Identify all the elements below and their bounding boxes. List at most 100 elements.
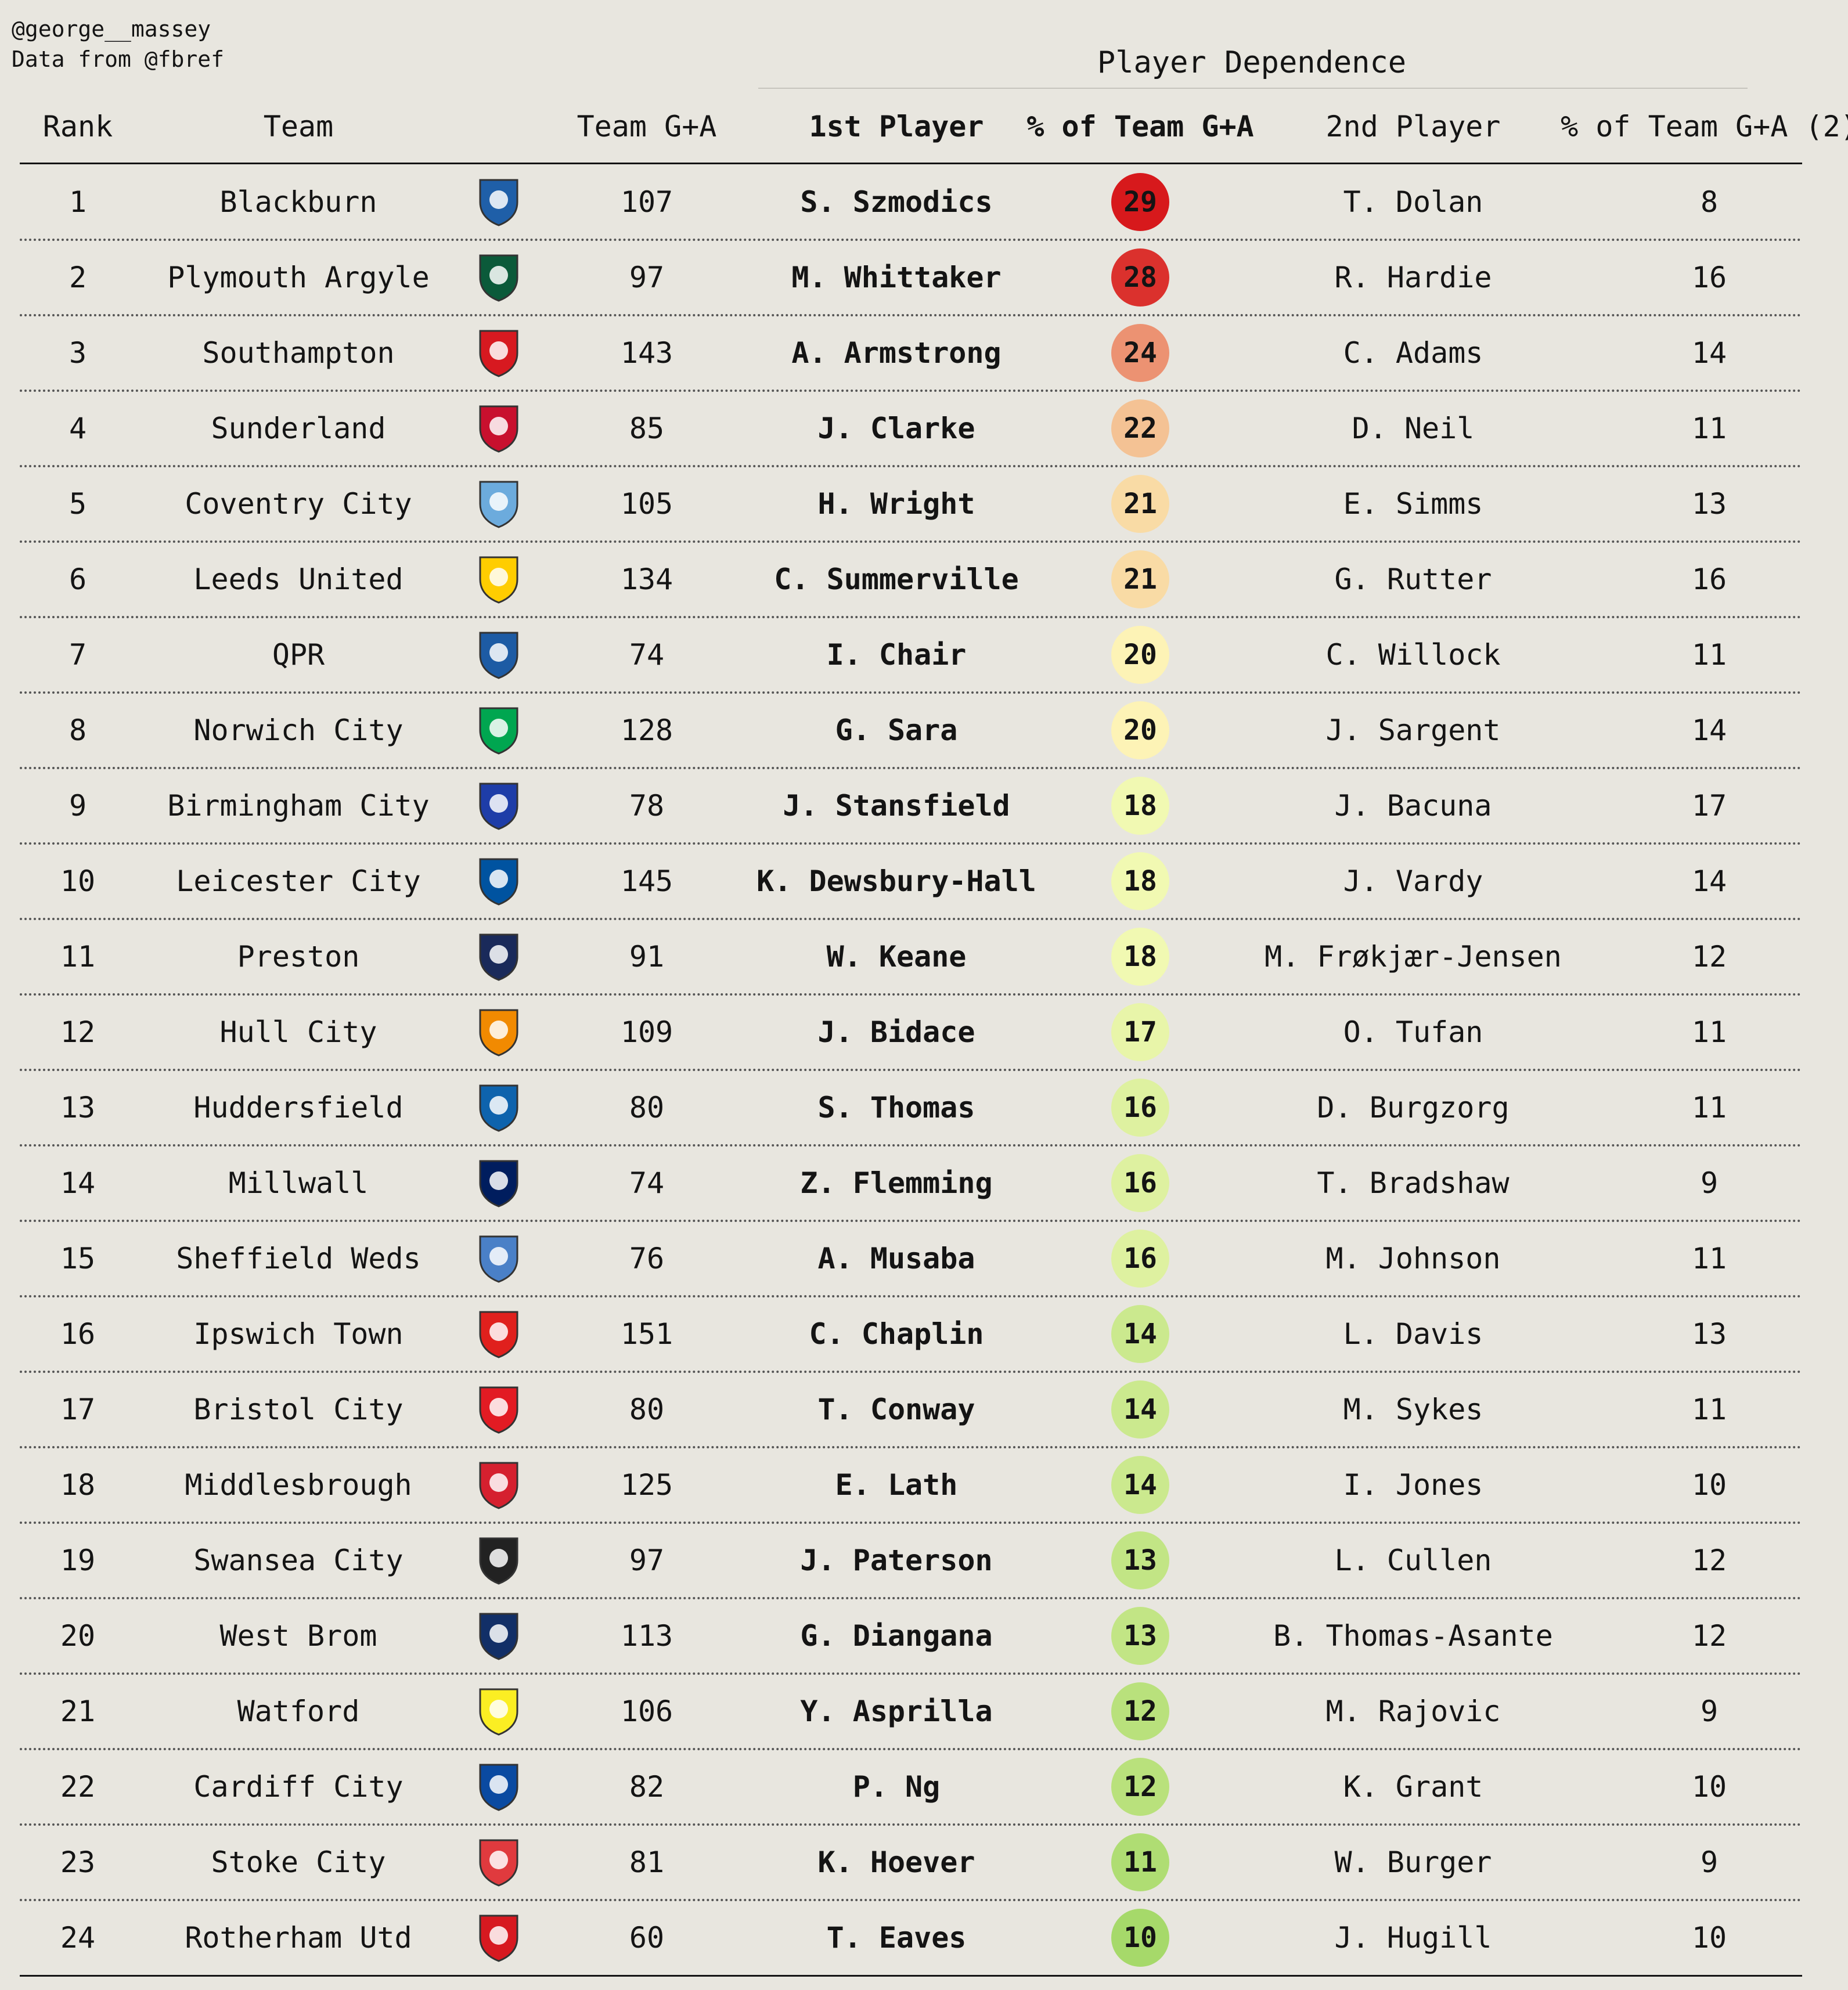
team-name: Cardiff City — [193, 1770, 404, 1804]
crest-cell — [467, 920, 531, 993]
crest-cell — [467, 1750, 531, 1823]
table-row: 13 Huddersfield 80 S. Thomas 16 D. Burgzorg 11 — [20, 1071, 1802, 1147]
crest-cell — [467, 1826, 531, 1899]
team-name: Swansea City — [193, 1544, 404, 1577]
pct-circle: 18 — [1111, 777, 1169, 835]
team-name: West Brom — [219, 1619, 377, 1653]
table-row: 4 Sunderland 85 J. Clarke 22 D. Neil 11 — [20, 392, 1802, 467]
rank-cell: 18 — [60, 1468, 96, 1502]
pct-cell: 13 — [1053, 1524, 1227, 1597]
first-player-name: I. Chair — [826, 638, 967, 672]
qpr-crest-icon — [479, 632, 518, 679]
second-player-pct: 10 — [1691, 1770, 1727, 1804]
second-player-pct: 17 — [1691, 789, 1727, 823]
pct-cell: 12 — [1053, 1750, 1227, 1823]
crest-cell — [467, 165, 531, 239]
pct-cell: 14 — [1053, 1373, 1227, 1446]
pct-circle: 13 — [1111, 1607, 1169, 1665]
crest-cell — [467, 1524, 531, 1597]
sunderland-crest-icon — [479, 405, 518, 453]
table-row: 10 Leicester City 145 K. Dewsbury-Hall 18 J. … — [20, 845, 1802, 920]
rank-cell: 15 — [60, 1242, 96, 1275]
pct-circle: 21 — [1111, 550, 1169, 608]
team-name: Preston — [237, 940, 360, 974]
first-player-name: J. Paterson — [800, 1544, 993, 1577]
pct-circle: 12 — [1111, 1758, 1169, 1816]
rank-cell: 5 — [69, 487, 87, 521]
pct-cell: 21 — [1053, 467, 1227, 540]
swansea-crest-icon — [479, 1537, 518, 1585]
team-name: Huddersfield — [193, 1091, 404, 1124]
pct-cell: 18 — [1053, 769, 1227, 842]
team-name: Hull City — [219, 1015, 377, 1049]
pct-circle: 16 — [1111, 1154, 1169, 1212]
second-player-pct: 11 — [1691, 1242, 1727, 1275]
second-player-pct: 11 — [1691, 1091, 1727, 1124]
second-player-pct: 13 — [1691, 1317, 1727, 1351]
first-player-name: J. Stansfield — [783, 789, 1010, 823]
pct-cell: 20 — [1053, 694, 1227, 767]
table-row: 24 Rotherham Utd 60 T. Eaves 10 J. Hugill 10 — [20, 1901, 1802, 1977]
rank-cell: 11 — [60, 940, 96, 974]
bristol-city-crest-icon — [479, 1386, 518, 1434]
bottom-rule — [20, 1975, 1802, 1977]
west-brom-crest-icon — [479, 1613, 518, 1660]
rotherham-crest-icon — [479, 1915, 518, 1962]
leicester-crest-icon — [479, 858, 518, 906]
rank-cell: 23 — [60, 1845, 96, 1879]
team-name: Stoke City — [211, 1845, 386, 1879]
second-player-pct: 10 — [1691, 1921, 1727, 1955]
crest-cell — [467, 1373, 531, 1446]
second-player-pct: 12 — [1691, 1544, 1727, 1577]
table-row: 2 Plymouth Argyle 97 M. Whittaker 28 R. Hardi… — [20, 241, 1802, 316]
team-name: Sunderland — [211, 412, 386, 445]
pct-circle: 14 — [1111, 1305, 1169, 1363]
first-player-name: E. Lath — [835, 1468, 958, 1502]
table-row: 16 Ipswich Town 151 C. Chaplin 14 L. Davis 13 — [20, 1297, 1802, 1373]
pct-circle: 14 — [1111, 1380, 1169, 1439]
crest-cell — [467, 1147, 531, 1220]
southampton-crest-icon — [479, 330, 518, 377]
pct-cell: 14 — [1053, 1297, 1227, 1371]
crest-cell — [467, 1297, 531, 1371]
header-rank: Rank — [42, 110, 113, 143]
table-row: 1 Blackburn 107 S. Szmodics 29 T. Dolan 8 — [20, 165, 1802, 241]
norwich-crest-icon — [479, 707, 518, 755]
table-row: 19 Swansea City 97 J. Paterson 13 L. Cullen 12 — [20, 1524, 1802, 1599]
crest-cell — [467, 543, 531, 616]
header-pct-team-ga-2: % of Team G+A (2) — [1561, 110, 1848, 143]
team-name: Coventry City — [185, 487, 412, 521]
rank-cell: 4 — [69, 412, 87, 445]
rank-cell: 2 — [69, 261, 87, 294]
millwall-crest-icon — [479, 1160, 518, 1207]
pct-circle: 14 — [1111, 1456, 1169, 1514]
second-player-pct: 9 — [1700, 1166, 1719, 1200]
first-player-name: J. Bidace — [817, 1015, 975, 1049]
second-player-pct: 12 — [1691, 940, 1727, 974]
first-player-name: W. Keane — [826, 940, 967, 974]
group-header-underline — [758, 88, 1748, 89]
second-player-pct: 9 — [1700, 1845, 1719, 1879]
pct-cell: 21 — [1053, 543, 1227, 616]
pct-cell: 17 — [1053, 996, 1227, 1069]
pct-cell: 16 — [1053, 1147, 1227, 1220]
rank-cell: 3 — [69, 336, 87, 370]
table-row: 23 Stoke City 81 K. Hoever 11 W. Burger 9 — [20, 1826, 1802, 1901]
pct-circle: 22 — [1111, 399, 1169, 457]
table-row: 5 Coventry City 105 H. Wright 21 E. Simms 13 — [20, 467, 1802, 543]
team-name: Plymouth Argyle — [167, 261, 430, 294]
pct-cell: 24 — [1053, 316, 1227, 390]
second-player-pct: 11 — [1691, 1393, 1727, 1426]
crest-cell — [467, 1071, 531, 1144]
preston-crest-icon — [479, 933, 518, 981]
team-name: Sheffield Weds — [176, 1242, 421, 1275]
rank-cell: 22 — [60, 1770, 96, 1804]
table-row: 22 Cardiff City 82 P. Ng 12 K. Grant 10 — [20, 1750, 1802, 1826]
plymouth-crest-icon — [479, 254, 518, 302]
second-player-pct: 8 — [1700, 185, 1719, 219]
pct-circle: 28 — [1111, 248, 1169, 307]
second-player-pct: 14 — [1691, 336, 1727, 370]
pct-circle: 10 — [1111, 1909, 1169, 1967]
crest-cell — [467, 694, 531, 767]
team-name: Norwich City — [193, 713, 404, 747]
